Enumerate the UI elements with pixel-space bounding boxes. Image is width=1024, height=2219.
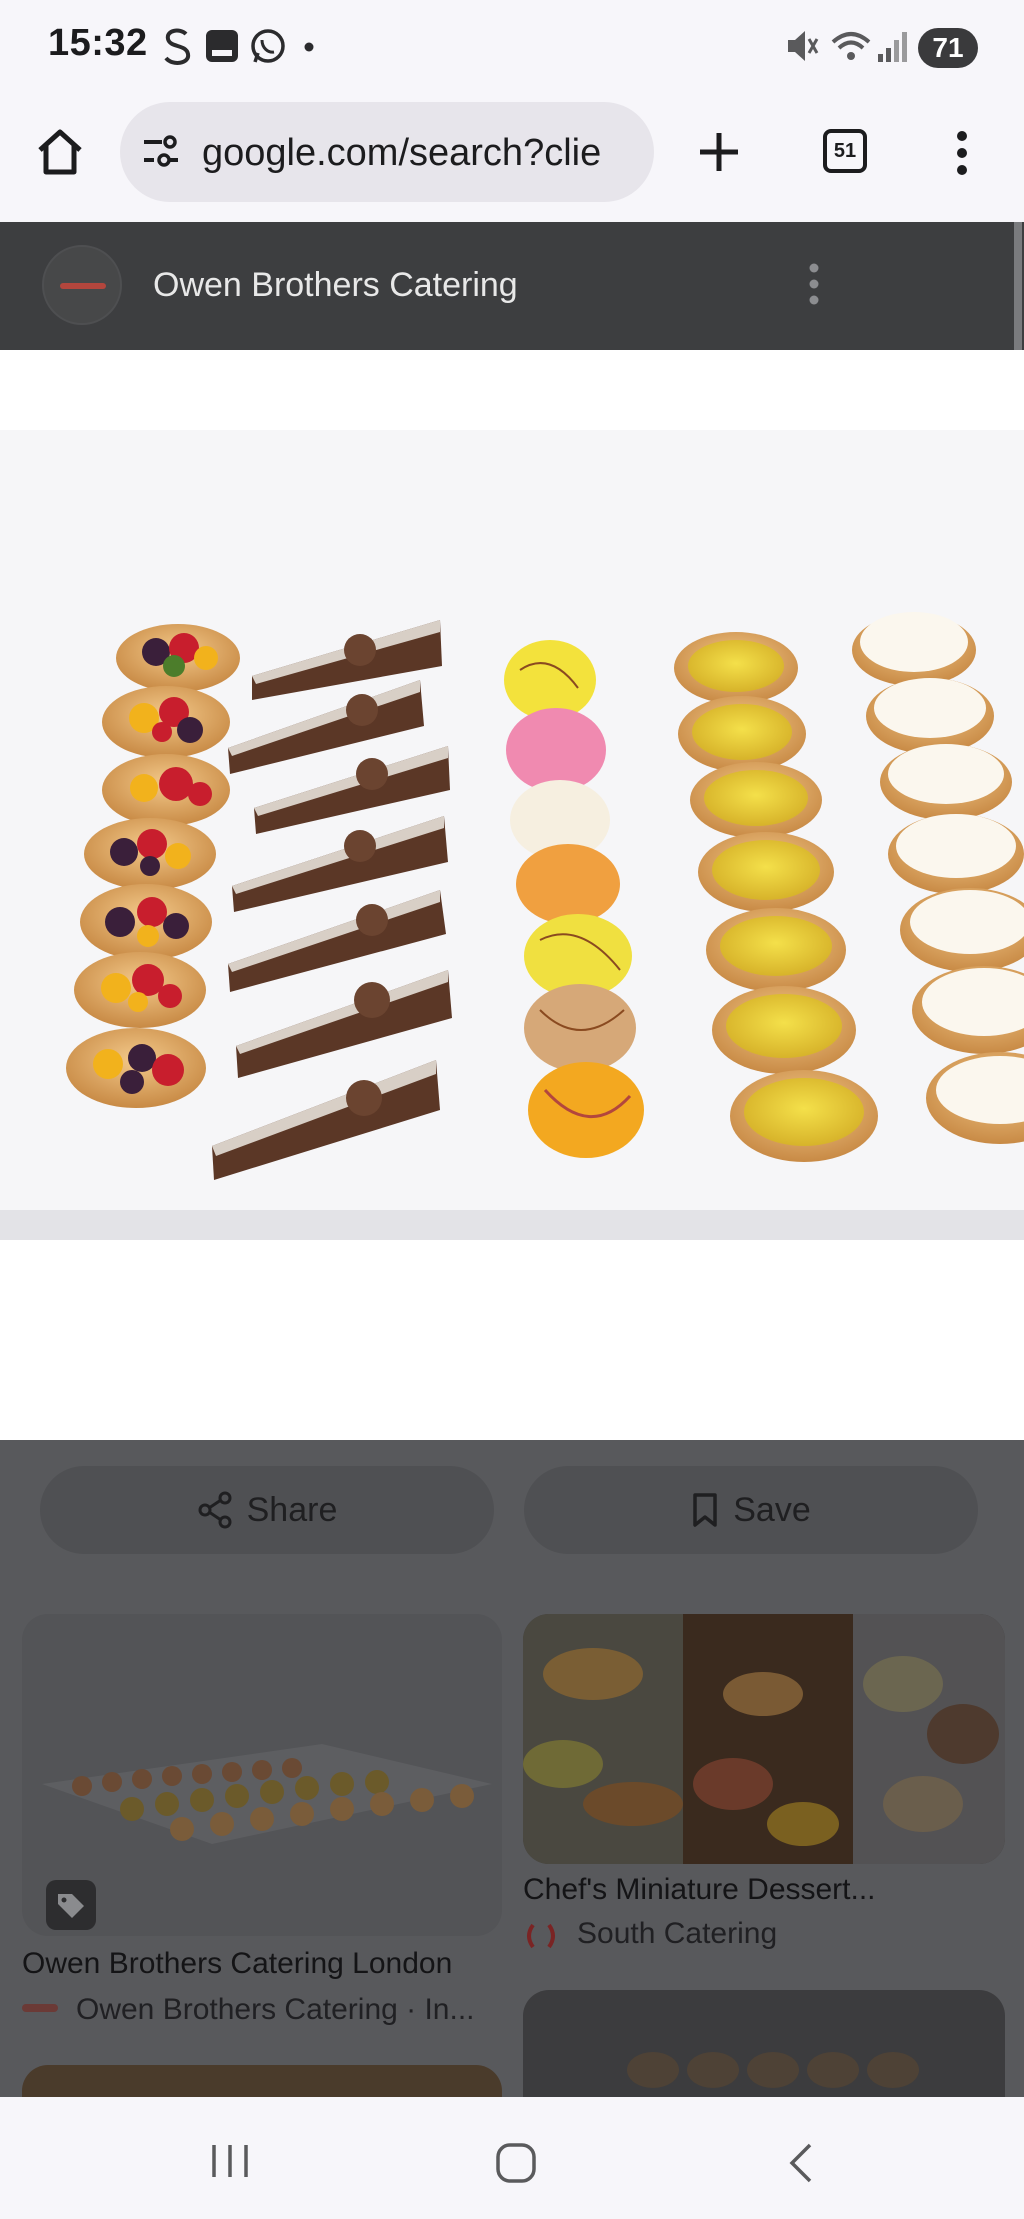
viewer-more-icon[interactable] bbox=[806, 262, 822, 306]
back-icon[interactable] bbox=[786, 2141, 816, 2185]
home-nav-icon[interactable] bbox=[494, 2141, 538, 2185]
more-vert-icon[interactable] bbox=[950, 128, 974, 178]
status-time: 15:32 bbox=[48, 22, 148, 64]
address-bar[interactable]: google.com/search?clie bbox=[120, 102, 654, 202]
browser-toolbar: google.com/search?clie 51 bbox=[0, 92, 1024, 222]
system-nav-bar bbox=[0, 2097, 1024, 2219]
recent-apps-icon[interactable] bbox=[208, 2141, 252, 2181]
shopping-tag-badge bbox=[46, 1880, 96, 1930]
share-label: Share bbox=[246, 1490, 338, 1529]
main-image[interactable] bbox=[0, 350, 1024, 1440]
battery-indicator: 71 bbox=[918, 28, 978, 68]
home-icon[interactable] bbox=[34, 126, 86, 178]
result-image[interactable] bbox=[523, 1614, 1005, 1864]
result-source[interactable]: South Catering bbox=[577, 1917, 777, 1951]
source-logo[interactable] bbox=[42, 245, 122, 325]
whatsapp-icon bbox=[251, 29, 285, 63]
pastries-image bbox=[0, 350, 1024, 1440]
tray-icon bbox=[206, 30, 238, 62]
new-tab-icon[interactable] bbox=[696, 129, 742, 175]
bookmark-icon bbox=[693, 1493, 717, 1527]
source-title[interactable]: Owen Brothers Catering bbox=[153, 266, 518, 305]
scrollbar[interactable] bbox=[1014, 222, 1022, 350]
signal-icon bbox=[878, 32, 907, 62]
result-title[interactable]: Chef's Miniature Dessert... bbox=[523, 1873, 876, 1907]
share-icon bbox=[198, 1491, 232, 1529]
result-title[interactable]: Owen Brothers Catering London bbox=[22, 1947, 452, 1981]
url-text: google.com/search?clie bbox=[202, 132, 602, 174]
notification-dot-icon bbox=[304, 42, 314, 52]
result-source[interactable]: Owen Brothers Catering · In... bbox=[76, 1993, 475, 2027]
save-button[interactable]: Save bbox=[524, 1466, 978, 1554]
source-favicon-icon bbox=[527, 1923, 555, 1949]
site-settings-icon[interactable] bbox=[140, 134, 180, 170]
tab-switcher-button[interactable]: 51 bbox=[823, 129, 867, 173]
wifi-icon bbox=[831, 32, 871, 60]
mute-icon bbox=[788, 31, 819, 61]
status-bar: 15:32 71 bbox=[0, 0, 1024, 92]
share-button[interactable]: Share bbox=[40, 1466, 494, 1554]
source-favicon bbox=[22, 2004, 58, 2012]
result-thumbnail bbox=[523, 1614, 1005, 1864]
tag-icon bbox=[58, 1894, 84, 1918]
s-icon bbox=[164, 28, 191, 65]
save-label: Save bbox=[733, 1490, 811, 1529]
